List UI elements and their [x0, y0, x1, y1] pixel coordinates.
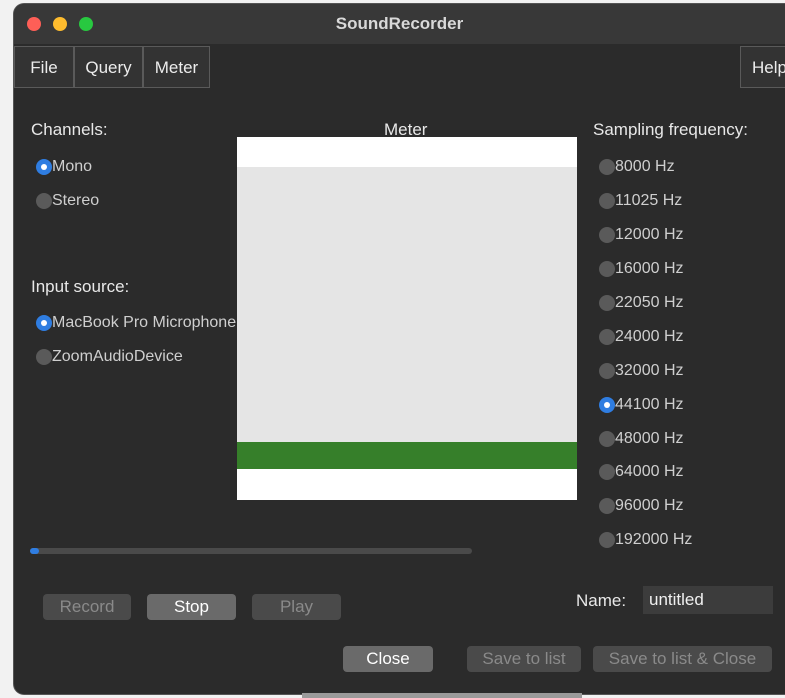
input-option-label: ZoomAudioDevice: [52, 348, 183, 365]
save-to-list-button[interactable]: Save to list: [467, 646, 581, 672]
window-resize-edge: [302, 693, 582, 698]
sampling-option-label: 8000 Hz: [615, 158, 675, 175]
radio-unselected-icon[interactable]: [599, 227, 615, 243]
radio-unselected-icon[interactable]: [599, 464, 615, 480]
sampling-frequency-label: Sampling frequency:: [593, 120, 748, 139]
radio-unselected-icon[interactable]: [599, 295, 615, 311]
channel-option-mono[interactable]: Mono: [36, 156, 92, 178]
channel-option-label: Mono: [52, 158, 93, 175]
title-bar: SoundRecorder: [14, 4, 785, 44]
radio-unselected-icon[interactable]: [36, 349, 52, 365]
recording-progress-bar: [30, 548, 472, 554]
channels-label: Channels:: [31, 120, 108, 139]
menu-file[interactable]: File: [14, 46, 74, 88]
radio-unselected-icon[interactable]: [36, 193, 52, 209]
sampling-option[interactable]: 44100 Hz: [599, 394, 684, 416]
menu-help[interactable]: Help: [740, 46, 785, 88]
level-meter: [237, 137, 577, 500]
sampling-option[interactable]: 12000 Hz: [599, 224, 684, 246]
meter-level-bar: [237, 442, 577, 469]
save-to-list-and-close-button[interactable]: Save to list & Close: [593, 646, 772, 672]
radio-selected-icon[interactable]: [599, 397, 615, 413]
sampling-option[interactable]: 16000 Hz: [599, 258, 684, 280]
window-title: SoundRecorder: [335, 14, 464, 33]
meter-panel: [237, 167, 577, 442]
radio-unselected-icon[interactable]: [599, 261, 615, 277]
play-button[interactable]: Play: [252, 594, 341, 620]
name-input[interactable]: [643, 586, 773, 614]
menu-query[interactable]: Query: [74, 46, 143, 88]
sampling-option-label: 44100 Hz: [615, 396, 684, 413]
soundrecorder-window: SoundRecorder File Query Meter Help Chan…: [14, 4, 785, 694]
sampling-option[interactable]: 32000 Hz: [599, 360, 684, 382]
menu-bar: File Query Meter Help: [14, 46, 785, 89]
channel-option-label: Stereo: [52, 192, 100, 209]
channel-option-stereo[interactable]: Stereo: [36, 190, 99, 212]
sampling-option[interactable]: 192000 Hz: [599, 529, 692, 551]
name-label: Name:: [576, 591, 627, 610]
radio-unselected-icon[interactable]: [599, 159, 615, 175]
radio-selected-icon[interactable]: [36, 315, 52, 331]
radio-unselected-icon[interactable]: [599, 329, 615, 345]
sampling-option-label: 24000 Hz: [615, 328, 684, 345]
stop-button[interactable]: Stop: [147, 594, 236, 620]
recording-progress-fill: [30, 548, 39, 554]
sampling-option-label: 32000 Hz: [615, 362, 684, 379]
radio-selected-icon[interactable]: [36, 159, 52, 175]
menu-meter[interactable]: Meter: [143, 46, 210, 88]
sampling-option-label: 22050 Hz: [615, 294, 684, 311]
radio-unselected-icon[interactable]: [599, 498, 615, 514]
input-option-label: MacBook Pro Microphone: [52, 314, 237, 331]
sampling-option-label: 96000 Hz: [615, 497, 684, 514]
sampling-option-label: 192000 Hz: [615, 531, 693, 548]
sampling-option-label: 12000 Hz: [615, 226, 684, 243]
close-button[interactable]: Close: [343, 646, 433, 672]
radio-unselected-icon[interactable]: [599, 363, 615, 379]
sampling-option[interactable]: 22050 Hz: [599, 292, 684, 314]
input-option-zoomaudiodevice[interactable]: ZoomAudioDevice: [36, 346, 183, 368]
sampling-option[interactable]: 11025 Hz: [599, 190, 682, 212]
sampling-option[interactable]: 64000 Hz: [599, 461, 684, 483]
sampling-option[interactable]: 96000 Hz: [599, 495, 684, 517]
input-source-label: Input source:: [31, 277, 130, 296]
sampling-option-label: 11025 Hz: [615, 192, 683, 209]
sampling-option-label: 16000 Hz: [615, 260, 684, 277]
radio-unselected-icon[interactable]: [599, 532, 615, 548]
radio-unselected-icon[interactable]: [599, 193, 615, 209]
input-option-macbook-microphone[interactable]: MacBook Pro Microphone: [36, 312, 242, 334]
sampling-option[interactable]: 8000 Hz: [599, 156, 675, 178]
sampling-option-label: 64000 Hz: [615, 463, 684, 480]
radio-unselected-icon[interactable]: [599, 431, 615, 447]
record-button[interactable]: Record: [43, 594, 131, 620]
sampling-option[interactable]: 48000 Hz: [599, 428, 684, 450]
sampling-option[interactable]: 24000 Hz: [599, 326, 684, 348]
sampling-option-label: 48000 Hz: [615, 430, 684, 447]
